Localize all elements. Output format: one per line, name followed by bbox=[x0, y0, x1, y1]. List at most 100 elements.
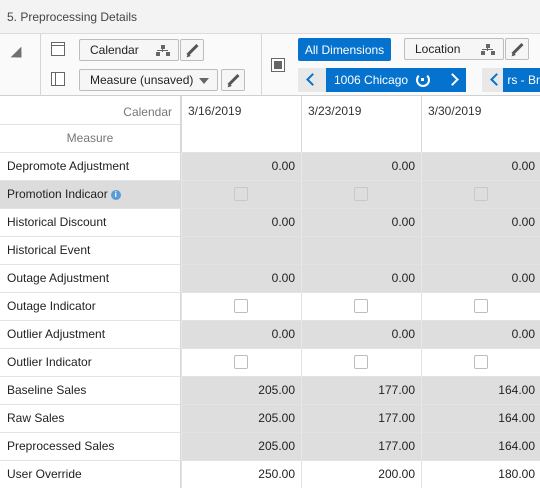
cell-checkbox[interactable] bbox=[234, 299, 248, 313]
row-header[interactable]: Historical Discount bbox=[0, 209, 181, 237]
current-location-value: 1006 Chicago bbox=[334, 73, 409, 87]
measure-dimension-select[interactable]: Measure (unsaved) bbox=[79, 69, 218, 91]
checkbox-cell[interactable] bbox=[181, 349, 301, 376]
edit-location-pencil-icon[interactable] bbox=[505, 38, 529, 60]
value-cell[interactable]: 180.00 bbox=[421, 461, 540, 488]
value-cell: 177.00 bbox=[301, 433, 421, 460]
table-row[interactable]: Historical Discount 0.00 0.00 0.00 bbox=[0, 208, 540, 237]
table-row[interactable]: Baseline Sales 205.00 177.00 164.00 bbox=[0, 376, 540, 405]
cell-checkbox[interactable] bbox=[234, 355, 248, 369]
value-cell: 164.00 bbox=[421, 377, 540, 404]
table-row[interactable]: Outage Adjustment 0.00 0.00 0.00 bbox=[0, 264, 540, 293]
cell-checkbox[interactable] bbox=[474, 355, 488, 369]
edit-measure-pencil-icon[interactable] bbox=[221, 69, 245, 91]
column-header-label: 3/30/2019 bbox=[428, 104, 482, 118]
checkbox-cell[interactable] bbox=[301, 293, 421, 320]
next-page-arrow-icon[interactable] bbox=[440, 68, 462, 92]
value-cell: 0.00 bbox=[181, 321, 301, 348]
column-header-label: 3/23/2019 bbox=[308, 104, 362, 118]
table-row[interactable]: Outlier Adjustment 0.00 0.00 0.00 bbox=[0, 320, 540, 349]
value-cell: 0.00 bbox=[181, 153, 301, 180]
value-cell: 0.00 bbox=[301, 321, 421, 348]
all-dimensions-button[interactable]: All Dimensions bbox=[298, 38, 391, 61]
edit-calendar-pencil-icon[interactable] bbox=[180, 39, 204, 61]
table-row[interactable]: Depromote Adjustment 0.00 0.00 0.00 bbox=[0, 152, 540, 181]
cell-checkbox[interactable] bbox=[354, 355, 368, 369]
row-header-label: Outlier Indicator bbox=[7, 355, 92, 369]
row-header[interactable]: Outlier Indicator bbox=[0, 349, 181, 377]
table-row[interactable]: User Override 250.00 200.00 180.00 bbox=[0, 460, 540, 488]
row-header[interactable]: Preprocessed Sales bbox=[0, 433, 181, 461]
column-axis-icon bbox=[51, 72, 65, 86]
row-header[interactable]: Historical Event bbox=[0, 237, 181, 265]
row-header-label: Historical Event bbox=[7, 243, 91, 257]
table-row[interactable]: Outage Indicator bbox=[0, 292, 540, 321]
value-cell: 0.00 bbox=[421, 265, 540, 292]
value-cell: 0.00 bbox=[301, 265, 421, 292]
column-header[interactable]: 3/30/2019 bbox=[421, 96, 540, 152]
row-header-label: Outage Indicator bbox=[7, 299, 96, 313]
cell-checkbox bbox=[354, 187, 368, 201]
value-cell: 205.00 bbox=[181, 405, 301, 432]
value-cell: 0.00 bbox=[181, 209, 301, 236]
row-header[interactable]: Promotion Indicaor i bbox=[0, 181, 181, 209]
value-cell: 205.00 bbox=[181, 377, 301, 404]
column-header[interactable]: 3/16/2019 bbox=[181, 96, 301, 152]
value-cell: 177.00 bbox=[301, 405, 421, 432]
table-row[interactable]: Outlier Indicator bbox=[0, 348, 540, 377]
row-header[interactable]: Baseline Sales bbox=[0, 377, 181, 405]
previous-page-arrow-icon[interactable] bbox=[482, 68, 504, 92]
row-header[interactable]: User Override bbox=[0, 461, 181, 488]
row-header[interactable]: Outage Adjustment bbox=[0, 265, 181, 293]
row-header[interactable]: Raw Sales bbox=[0, 405, 181, 433]
row-header[interactable]: Depromote Adjustment bbox=[0, 153, 181, 181]
value-cell bbox=[181, 237, 301, 264]
cell-checkbox bbox=[234, 187, 248, 201]
checkbox-cell[interactable] bbox=[421, 293, 540, 320]
row-header[interactable]: Outage Indicator bbox=[0, 293, 181, 321]
row-header-label: Promotion Indicaor bbox=[7, 187, 108, 201]
checkbox-cell bbox=[301, 181, 421, 208]
cell-checkbox bbox=[474, 187, 488, 201]
calendar-dimension-chip[interactable]: Calendar bbox=[79, 39, 179, 61]
value-cell: 205.00 bbox=[181, 433, 301, 460]
table-row[interactable]: Raw Sales 205.00 177.00 164.00 bbox=[0, 404, 540, 433]
row-header-label: Outlier Adjustment bbox=[7, 327, 106, 341]
table-row[interactable]: Promotion Indicaor i bbox=[0, 180, 540, 209]
value-cell: 0.00 bbox=[421, 153, 540, 180]
value-cell[interactable]: 200.00 bbox=[301, 461, 421, 488]
cell-checkbox[interactable] bbox=[474, 299, 488, 313]
toolbar-divider bbox=[261, 34, 262, 96]
cell-checkbox[interactable] bbox=[354, 299, 368, 313]
row-header-label: Baseline Sales bbox=[7, 383, 87, 397]
collapse-corner-icon[interactable] bbox=[10, 46, 22, 58]
measure-dimension-label: Measure (unsaved) bbox=[90, 73, 194, 87]
table-row[interactable]: Historical Event bbox=[0, 236, 540, 265]
hierarchy-icon bbox=[156, 45, 170, 56]
checkbox-cell[interactable] bbox=[301, 349, 421, 376]
checkbox-cell[interactable] bbox=[181, 293, 301, 320]
info-icon[interactable]: i bbox=[110, 190, 121, 200]
location-pager: 1006 Chicago bbox=[298, 68, 466, 92]
cycle-page-icon[interactable] bbox=[416, 73, 431, 87]
checkbox-cell bbox=[181, 181, 301, 208]
value-cell: 177.00 bbox=[301, 377, 421, 404]
table-row[interactable]: Preprocessed Sales 205.00 177.00 164.00 bbox=[0, 432, 540, 461]
row-header-label: Outage Adjustment bbox=[7, 271, 110, 285]
row-header[interactable]: Outlier Adjustment bbox=[0, 321, 181, 349]
column-header[interactable]: 3/23/2019 bbox=[301, 96, 421, 152]
location-dimension-chip[interactable]: Location bbox=[404, 38, 504, 60]
panel-title-bar: 5. Preprocessing Details bbox=[0, 0, 540, 34]
previous-page-arrow-icon[interactable] bbox=[298, 68, 326, 92]
panel-title: 5. Preprocessing Details bbox=[7, 10, 138, 24]
value-cell: 0.00 bbox=[421, 321, 540, 348]
row-axis-icon bbox=[51, 42, 65, 56]
value-cell: 0.00 bbox=[301, 153, 421, 180]
value-cell[interactable]: 250.00 bbox=[181, 461, 301, 488]
checkbox-cell[interactable] bbox=[421, 349, 540, 376]
data-grid: Calendar Measure 3/16/2019 3/23/2019 3/30/… bbox=[0, 96, 540, 488]
calendar-axis-label: Calendar bbox=[123, 105, 172, 119]
grid-corner-header: Calendar Measure bbox=[0, 96, 181, 152]
column-header-label: 3/16/2019 bbox=[188, 104, 242, 118]
location-dimension-label: Location bbox=[415, 42, 461, 56]
